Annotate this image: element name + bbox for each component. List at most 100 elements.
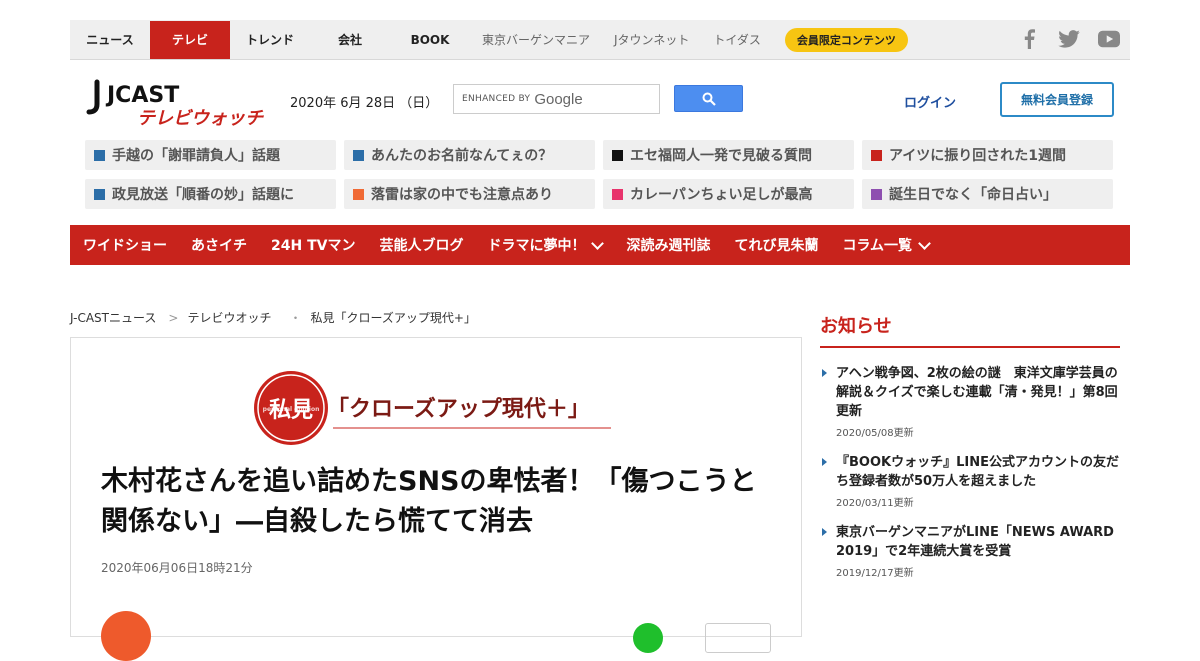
nav-label: 24H TVマン [271, 238, 356, 254]
topic-label: カレーパンちょい足しが最高 [630, 187, 813, 203]
topnav-tv[interactable]: テレビ [150, 20, 230, 59]
announcement-item[interactable]: 東京バーゲンマニアがLINE「NEWS AWARD 2019」で2年連続大賞を受… [820, 523, 1120, 579]
share-buttons [507, 623, 663, 653]
logo-sub-text: テレビウォッチ [137, 108, 264, 128]
twitter-icon[interactable] [1058, 28, 1080, 50]
topic-label: 政見放送「順番の妙」話題に [112, 187, 294, 203]
article-title: 木村花さんを追い詰めたSNSの卑怯者！「傷つこうと関係ない」―自殺したら慌てて消… [101, 466, 757, 537]
topic-link[interactable]: あんたのお名前なんてぇの？ [344, 140, 595, 170]
logo-main-text: JCAST [105, 83, 179, 108]
register-button[interactable]: 無料会員登録 [1000, 82, 1114, 117]
topic-label: エセ福岡人一発で見破る質問 [630, 148, 812, 164]
breadcrumb-separator-icon: > [168, 310, 179, 325]
top-navigation: ニュース テレビ トレンド 会社 BOOK 東京バーゲンマニア Jタウンネット … [70, 20, 1130, 60]
topic-link[interactable]: アイツに振り回された1週間 [862, 140, 1113, 170]
topic-color-marker [353, 149, 364, 161]
topnav-jtown[interactable]: Jタウンネット [602, 21, 701, 59]
search-icon [702, 92, 716, 106]
banner-seal-subtext: personal opinion [263, 406, 320, 413]
topnav-toidasu[interactable]: トイダス [701, 21, 773, 59]
category-navigation: ワイドショー あさイチ 24H TVマン 芸能人ブログ ドラマに夢中！ 深読み週… [70, 225, 1130, 265]
topic-label: あんたのお名前なんてぇの？ [371, 148, 553, 164]
nav-terebi-misyuran[interactable]: てれび見朱蘭 [734, 235, 818, 255]
chevron-down-icon [918, 236, 931, 250]
topic-label: アイツに振り回された1週間 [889, 148, 1067, 164]
topic-label: 手越の「謝罪請負人」話題 [112, 148, 280, 164]
topnav-bargain-mania[interactable]: 東京バーゲンマニア [470, 21, 602, 59]
announcement-date: 2020/03/11更新 [836, 498, 914, 509]
topic-color-marker [94, 149, 105, 161]
article-published-date: 2020年06月06日18時21分 [101, 561, 253, 575]
topic-link[interactable]: 手越の「謝罪請負人」話題 [85, 140, 336, 170]
breadcrumb-current: 私見「クローズアップ現代+」 [310, 311, 476, 325]
author-avatar[interactable] [101, 611, 151, 661]
nav-asaichi[interactable]: あさイチ [191, 235, 247, 255]
twitter-share-icon[interactable] [549, 623, 579, 653]
announcement-title: 『BOOKウォッチ』LINE公式アカウントの友だち登録者数が50万人を超えました [836, 455, 1119, 489]
announcement-title: 東京バーゲンマニアがLINE「NEWS AWARD 2019」で2年連続大賞を受… [836, 525, 1114, 559]
nav-celebrity-blog[interactable]: 芸能人ブログ [379, 235, 463, 255]
breadcrumb-separator-icon: ・ [289, 311, 302, 325]
topic-color-marker [612, 149, 623, 161]
nav-label: 芸能人ブログ [379, 238, 464, 254]
topic-link[interactable]: カレーパンちょい足しが最高 [603, 179, 854, 209]
breadcrumb-section[interactable]: テレビウオッチ [187, 309, 271, 326]
nav-drama[interactable]: ドラマに夢中！ [487, 235, 605, 255]
article-card: 私見 personal opinion 「クローズアップ現代＋」 木村花さんを追… [70, 337, 802, 661]
nav-weekly-magazine[interactable]: 深読み週刊誌 [626, 235, 710, 255]
hatena-share-icon[interactable] [591, 623, 621, 653]
topic-color-marker [353, 188, 364, 200]
announcement-title: アヘン戦争図、2枚の絵の謎 東洋文庫学芸員の解説＆クイズで楽しむ連載「清・発見！… [836, 366, 1118, 419]
banner-title-text: 「クローズアップ現代＋」 [327, 396, 590, 422]
jcast-tv-watch-logo[interactable]: JCAST テレビウォッチ [85, 78, 270, 129]
announcement-item[interactable]: アヘン戦争図、2枚の絵の謎 東洋文庫学芸員の解説＆クイズで楽しむ連載「清・発見！… [820, 364, 1120, 439]
search-input[interactable]: ENHANCED BY Google [453, 84, 660, 114]
breadcrumb: J-CASTニュース > テレビウオッチ ・ 私見「クローズアップ現代+」 [70, 309, 476, 326]
nav-label: ワイドショー [83, 238, 167, 254]
site-header: JCAST テレビウォッチ 2020年 6月 28日 （日） ENHANCED … [70, 60, 1130, 140]
topic-link[interactable]: エセ福岡人一発で見破る質問 [603, 140, 854, 170]
share-more-button[interactable] [705, 623, 771, 653]
topic-link[interactable]: 政見放送「順番の妙」話題に [85, 179, 336, 209]
search-enhanced-label: ENHANCED BY [462, 94, 531, 104]
sidebar-announcements: お知らせ アヘン戦争図、2枚の絵の謎 東洋文庫学芸員の解説＆クイズで楽しむ連載「… [820, 312, 1120, 593]
social-links [1018, 20, 1120, 58]
facebook-icon[interactable] [1018, 28, 1040, 50]
topic-label: 誕生日でなく「命日占い」 [889, 187, 1057, 203]
column-banner: 私見 personal opinion 「クローズアップ現代＋」 [253, 370, 613, 450]
login-link[interactable]: ログイン [904, 92, 956, 111]
nav-column-list[interactable]: コラム一覧 [842, 235, 931, 255]
facebook-share-icon[interactable] [507, 623, 537, 653]
topic-color-marker [871, 149, 882, 161]
trending-topics: 手越の「謝罪請負人」話題 あんたのお名前なんてぇの？ エセ福岡人一発で見破る質問… [70, 140, 1130, 209]
youtube-icon[interactable] [1098, 28, 1120, 50]
topic-label: 落雷は家の中でも注意点あり [371, 187, 553, 203]
nav-label: ドラマに夢中！ [487, 238, 586, 254]
sidebar-heading: お知らせ [820, 312, 1120, 348]
breadcrumb-home[interactable]: J-CASTニュース [70, 309, 156, 326]
nav-label: あさイチ [191, 238, 247, 254]
topnav-trend[interactable]: トレンド [230, 21, 310, 59]
search-button[interactable] [674, 85, 743, 112]
announcement-date: 2020/05/08更新 [836, 428, 914, 439]
topic-link[interactable]: 落雷は家の中でも注意点あり [344, 179, 595, 209]
announcement-date: 2019/12/17更新 [836, 568, 914, 579]
topic-link[interactable]: 誕生日でなく「命日占い」 [862, 179, 1113, 209]
topnav-book[interactable]: BOOK [390, 21, 470, 59]
line-share-icon[interactable] [633, 623, 663, 653]
nav-label: てれび見朱蘭 [734, 238, 819, 254]
member-content-button[interactable]: 会員限定コンテンツ [784, 27, 908, 52]
topic-color-marker [94, 188, 105, 200]
google-wordmark: Google [534, 90, 583, 108]
topnav-company[interactable]: 会社 [310, 21, 390, 59]
topic-color-marker [612, 188, 623, 200]
chevron-down-icon [591, 236, 605, 250]
announcement-item[interactable]: 『BOOKウォッチ』LINE公式アカウントの友だち登録者数が50万人を超えました… [820, 453, 1120, 509]
current-date: 2020年 6月 28日 （日） [290, 96, 439, 111]
nav-label: 深読み週刊誌 [626, 238, 711, 254]
announcement-list: アヘン戦争図、2枚の絵の謎 東洋文庫学芸員の解説＆クイズで楽しむ連載「清・発見！… [820, 364, 1120, 579]
nav-label: コラム一覧 [842, 238, 913, 254]
topnav-news[interactable]: ニュース [70, 21, 150, 59]
nav-24h-tvman[interactable]: 24H TVマン [271, 235, 355, 255]
nav-wideshow[interactable]: ワイドショー [83, 235, 167, 255]
